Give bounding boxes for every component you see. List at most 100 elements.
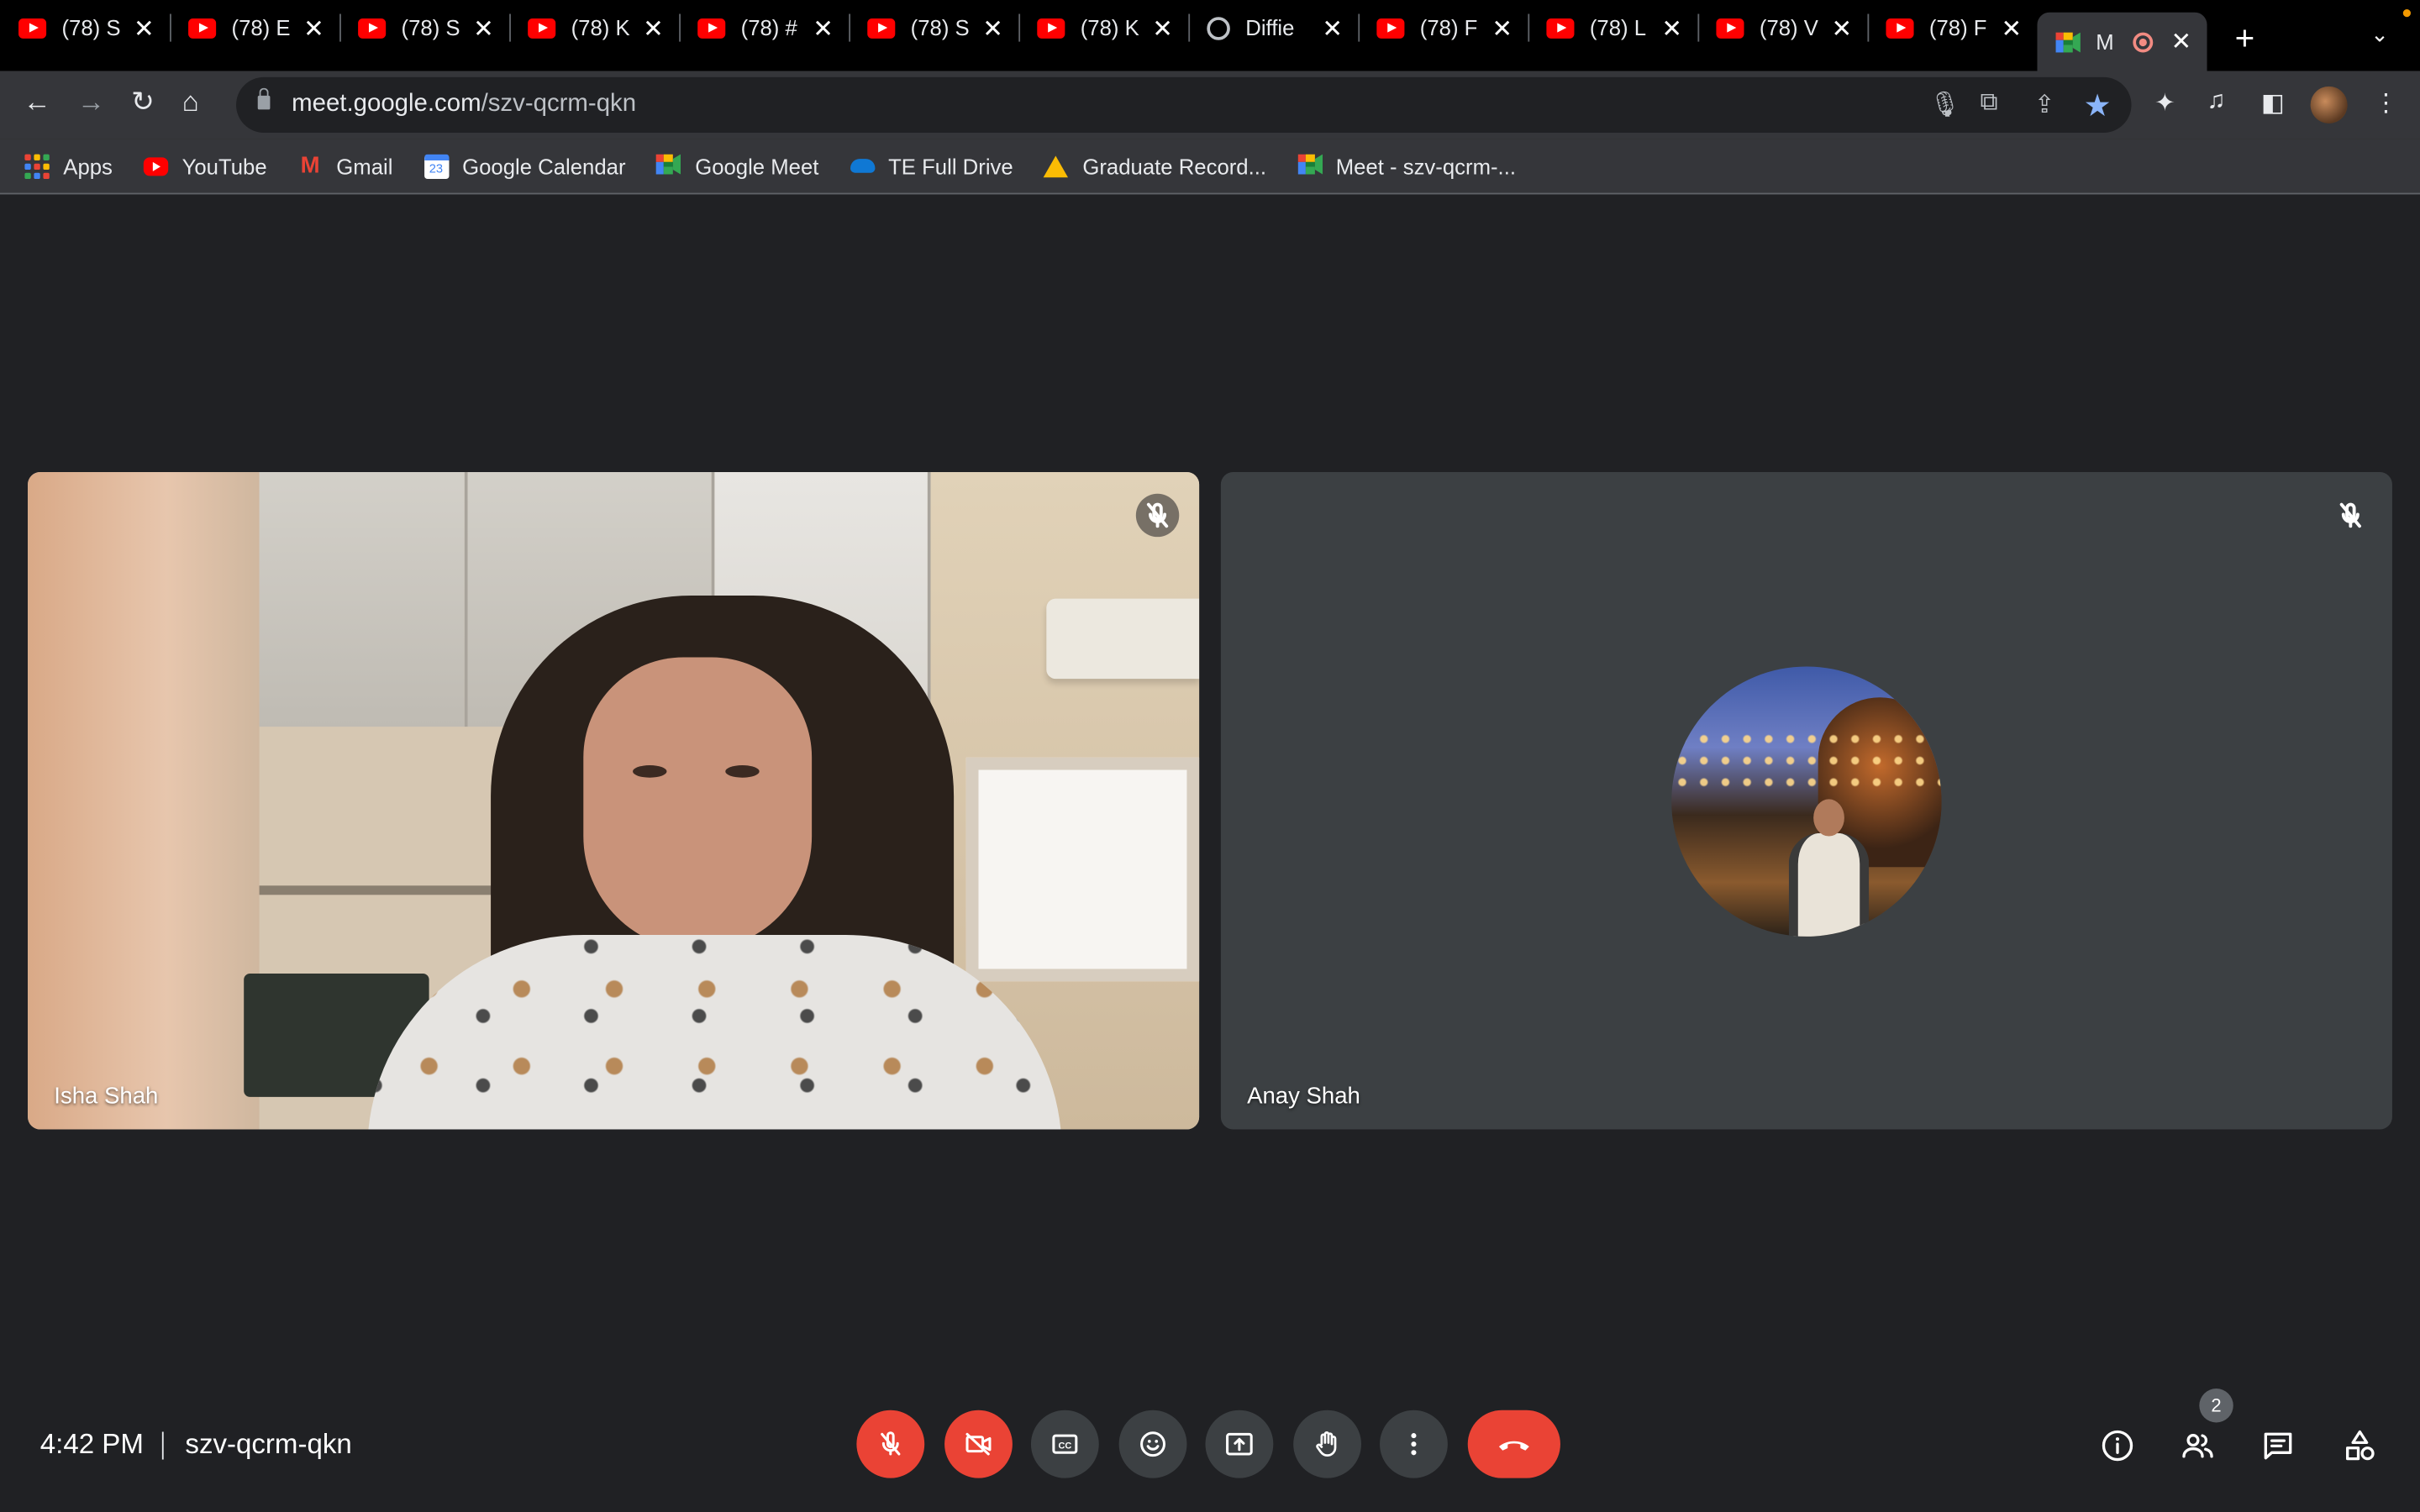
bookmark-label: TE Full Drive <box>888 153 1013 179</box>
browser-tab[interactable]: (78) L ✕ <box>1528 0 1697 55</box>
mic-off-icon <box>2329 494 2372 537</box>
close-tab-icon[interactable]: ✕ <box>2171 26 2192 57</box>
mic-toggle-button[interactable] <box>856 1410 925 1478</box>
browser-tab[interactable]: (78) V ✕ <box>1697 0 1867 55</box>
url-host: meet.google.com <box>292 91 481 118</box>
close-tab-icon[interactable]: ✕ <box>982 14 1003 45</box>
tab-title: Diffie <box>1245 15 1295 40</box>
browser-tab-active[interactable]: M ✕ <box>2037 12 2207 71</box>
bookmark-gmail[interactable]: M Gmail <box>297 151 393 179</box>
tab-title: M <box>2096 29 2114 55</box>
youtube-icon <box>18 18 47 39</box>
camera-off-icon <box>965 1432 992 1456</box>
bookmark-google-calendar[interactable]: 23 Google Calendar <box>424 153 626 179</box>
activities-button[interactable] <box>2338 1424 2381 1467</box>
browser-tab[interactable]: (78) S ✕ <box>0 0 170 55</box>
chat-button[interactable] <box>2256 1424 2299 1467</box>
bookmark-apps[interactable]: Apps <box>24 153 113 179</box>
new-tab-button[interactable]: + <box>2235 18 2255 59</box>
participant-video <box>725 765 760 778</box>
extensions-puzzle-icon[interactable]: ✦ <box>2154 88 2175 119</box>
browser-tab[interactable]: Diffie ✕ <box>1188 0 1358 55</box>
camera-toggle-button[interactable] <box>944 1410 1013 1478</box>
share-icon[interactable]: ⇪ <box>2034 90 2055 121</box>
close-tab-icon[interactable]: ✕ <box>2001 14 2022 45</box>
participant-video <box>633 765 667 778</box>
bookmark-te-full-drive[interactable]: TE Full Drive <box>850 154 1013 178</box>
home-icon[interactable]: ⌂ <box>182 87 199 119</box>
close-tab-icon[interactable]: ✕ <box>813 14 834 45</box>
bookmark-star-icon[interactable]: ★ <box>2084 87 2112 125</box>
close-tab-icon[interactable]: ✕ <box>1491 14 1512 45</box>
leave-call-button[interactable] <box>1467 1410 1560 1478</box>
hand-icon <box>1316 1431 1337 1457</box>
back-arrow-icon[interactable]: ← <box>24 87 51 119</box>
activities-shapes-icon <box>2346 1430 2375 1461</box>
bookmark-youtube[interactable]: YouTube <box>143 153 267 179</box>
bookmark-google-meet[interactable]: Google Meet <box>656 153 818 178</box>
url-path: /szv-qcrm-qkn <box>481 91 637 118</box>
tab-title: (78) V <box>1759 15 1818 40</box>
captions-button[interactable]: CC <box>1030 1410 1099 1478</box>
close-tab-icon[interactable]: ✕ <box>1831 14 1852 45</box>
close-tab-icon[interactable]: ✕ <box>1661 14 1682 45</box>
meeting-time: 4:42 PM <box>39 1428 144 1460</box>
browser-tab[interactable]: (78) S ✕ <box>339 0 509 55</box>
browser-tab[interactable]: (78) E ✕ <box>170 0 339 55</box>
browser-tab[interactable]: (78) K ✕ <box>1018 0 1188 55</box>
bookmark-label: YouTube <box>182 153 267 179</box>
youtube-icon <box>188 18 217 39</box>
more-vert-icon[interactable]: ⋮ <box>2374 88 2398 119</box>
youtube-icon <box>1037 18 1065 39</box>
raise-hand-button[interactable] <box>1293 1410 1362 1478</box>
bookmark-graduate-record[interactable]: Graduate Record... <box>1044 154 1266 178</box>
address-bar[interactable]: meet.google.com/szv-qcrm-qkn 🎙︎ ⧉ ⇪ ★ <box>236 76 2132 133</box>
close-tab-icon[interactable]: ✕ <box>473 14 494 45</box>
forward-arrow-icon[interactable]: → <box>77 87 105 119</box>
participant-avatar <box>1671 666 1942 937</box>
close-tab-icon[interactable]: ✕ <box>643 14 664 45</box>
bookmarks-bar: Apps YouTube M Gmail 23 Google Calendar … <box>0 139 2420 195</box>
side-panel-icon[interactable]: ◧ <box>2261 88 2285 119</box>
profile-avatar[interactable] <box>2310 86 2348 123</box>
browser-tab[interactable]: (78) F ✕ <box>1867 0 2037 55</box>
gmail-icon: M <box>300 151 320 179</box>
tab-title: (78) L <box>1589 15 1647 40</box>
present-to-all-icon <box>1226 1432 1253 1456</box>
browser-tab[interactable]: (78) # ✕ <box>679 0 849 55</box>
tab-search-chevron-icon[interactable]: ⌄ <box>2370 22 2389 48</box>
close-tab-icon[interactable]: ✕ <box>1152 14 1173 45</box>
media-controls-icon[interactable]: ♫ <box>2207 88 2226 116</box>
bookmark-label: Google Calendar <box>462 153 626 179</box>
meeting-details-button[interactable] <box>2096 1424 2139 1467</box>
browser-tab[interactable]: (78) F ✕ <box>1358 0 1528 55</box>
close-tab-icon[interactable]: ✕ <box>1322 14 1343 45</box>
tab-title: (78) K <box>1080 15 1139 40</box>
tab-title: (78) K <box>571 15 630 40</box>
browser-tab[interactable]: (78) S ✕ <box>849 0 1018 55</box>
tab-title: (78) # <box>740 15 797 40</box>
google-calendar-icon: 23 <box>424 153 449 179</box>
close-tab-icon[interactable]: ✕ <box>303 14 324 45</box>
google-meet-icon <box>2055 31 2081 52</box>
google-meet-icon <box>656 153 681 178</box>
google-meet-icon <box>1297 153 1323 178</box>
people-button[interactable] <box>2176 1424 2219 1467</box>
more-vert-icon <box>1411 1433 1417 1456</box>
participant-tile-video[interactable]: Isha Shah <box>28 472 1200 1130</box>
bookmark-meet-szv[interactable]: Meet - szv-qcrm-... <box>1297 153 1516 179</box>
avatar-photo <box>1671 727 1942 790</box>
tab-title: (78) E <box>231 15 291 40</box>
close-tab-icon[interactable]: ✕ <box>134 14 155 45</box>
microphone-icon[interactable]: 🎙︎ <box>1929 90 1960 121</box>
present-screen-button[interactable] <box>1205 1410 1274 1478</box>
reactions-button[interactable] <box>1118 1410 1187 1478</box>
bookmark-label: Meet - szv-qcrm-... <box>1335 153 1516 179</box>
tab-title: (78) S <box>401 15 460 40</box>
more-options-button[interactable] <box>1380 1410 1448 1478</box>
bookmark-label: Graduate Record... <box>1082 153 1267 179</box>
browser-tab[interactable]: (78) K ✕ <box>509 0 679 55</box>
reload-icon[interactable]: ↻ <box>131 87 155 119</box>
tab-title: (78) F <box>1419 15 1478 40</box>
open-in-new-icon[interactable]: ⧉ <box>1981 90 1998 118</box>
